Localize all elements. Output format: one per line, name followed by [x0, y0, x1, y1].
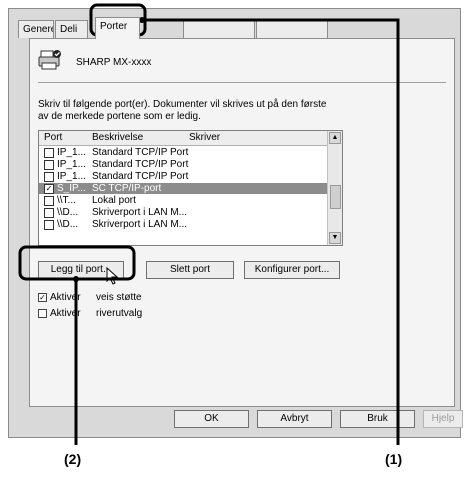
- callout-label-2: (2): [64, 451, 82, 467]
- callout-label-1: (1): [385, 451, 403, 467]
- callout-box-add-port: [18, 245, 136, 281]
- tab-ports[interactable]: Porter: [95, 17, 140, 39]
- callout-overlay: [18, 3, 400, 445]
- callout-line-1: [142, 18, 400, 445]
